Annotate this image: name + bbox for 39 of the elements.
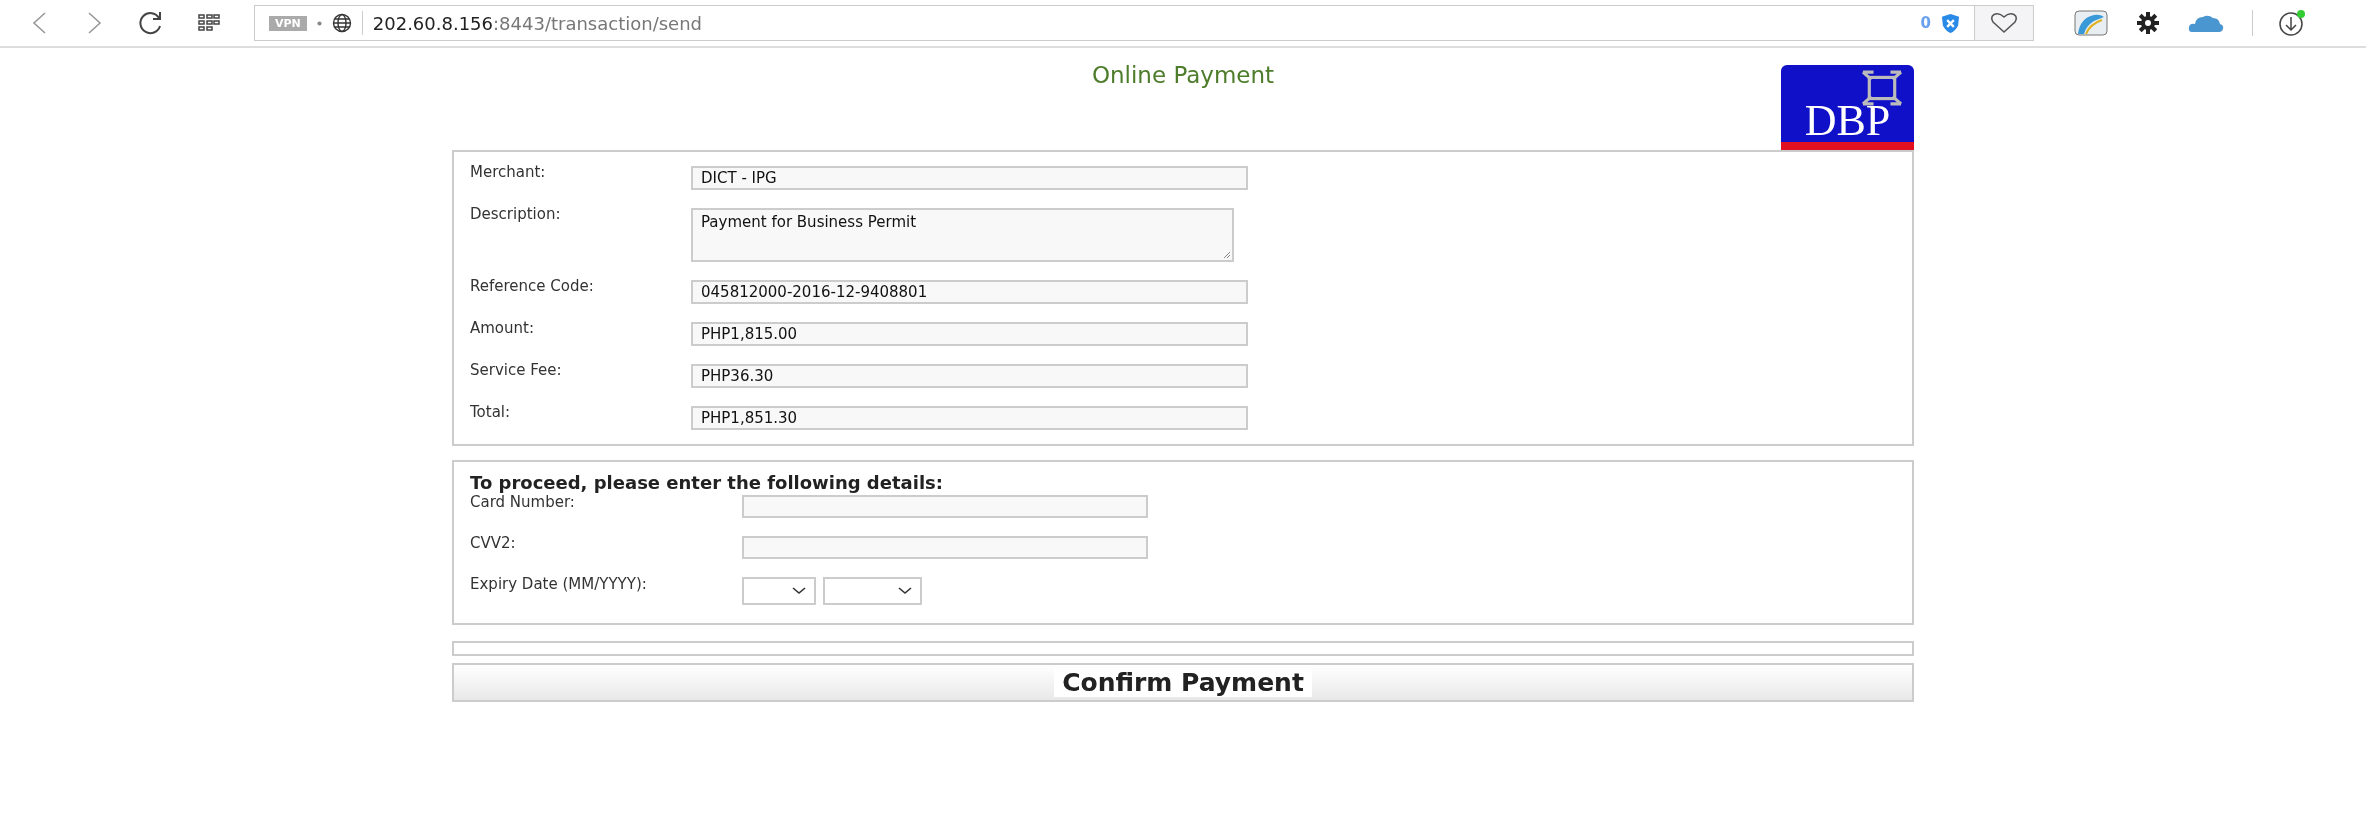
reload-icon[interactable] [138, 10, 164, 36]
tracker-count: 0 [1920, 14, 1931, 32]
chevron-down-icon [898, 587, 912, 595]
bookmark-button[interactable] [1974, 5, 2034, 41]
confirm-payment-button[interactable]: Confirm Payment [452, 663, 1914, 702]
field-label: Description: [470, 205, 562, 223]
grid-icon[interactable] [198, 14, 220, 32]
month-dropdown[interactable] [742, 577, 816, 605]
input-field[interactable]: DICT - IPG [691, 166, 1248, 190]
field-label: Expiry Date (MM/YYYY): [470, 575, 648, 593]
heart-icon [1990, 12, 2018, 34]
shield-icon[interactable] [1941, 12, 1960, 34]
address-bar[interactable]: VPN 202.60.8.156:8443/transaction/send 0 [254, 5, 1974, 41]
cloud-icon[interactable] [2188, 13, 2224, 33]
page-title: Online Payment [1090, 62, 1276, 88]
download-icon[interactable] [2277, 8, 2307, 38]
url-text[interactable]: 202.60.8.156:8443/transaction/send [372, 12, 702, 34]
year-dropdown[interactable] [823, 577, 922, 605]
input-field[interactable] [742, 536, 1148, 559]
section-heading: To proceed, please enter the following details: [470, 472, 944, 493]
field-label: Merchant: [470, 163, 547, 181]
description-field[interactable]: Payment for Business Permit [691, 208, 1234, 262]
field-label: Service Fee: [470, 361, 563, 379]
field-label: Total: [470, 403, 512, 421]
field-label: CVV2: [470, 534, 517, 552]
input-field[interactable]: PHP36.30 [691, 364, 1248, 388]
field-label: Reference Code: [470, 277, 595, 295]
input-field[interactable]: PHP1,851.30 [691, 406, 1248, 430]
globe-icon [331, 13, 352, 33]
dot-icon [316, 20, 322, 26]
bank-logo: DBP [1781, 65, 1914, 150]
input-field[interactable] [742, 495, 1148, 518]
field-label: Amount: [470, 319, 535, 337]
input-field[interactable]: 045812000-2016-12-9408801 [691, 280, 1248, 304]
resize-grip-icon[interactable] [1221, 249, 1231, 259]
emblem-icon [1860, 70, 1904, 106]
chevron-down-icon [792, 587, 806, 595]
input-field[interactable]: PHP1,815.00 [691, 322, 1248, 346]
field-label: Card Number: [470, 493, 576, 511]
